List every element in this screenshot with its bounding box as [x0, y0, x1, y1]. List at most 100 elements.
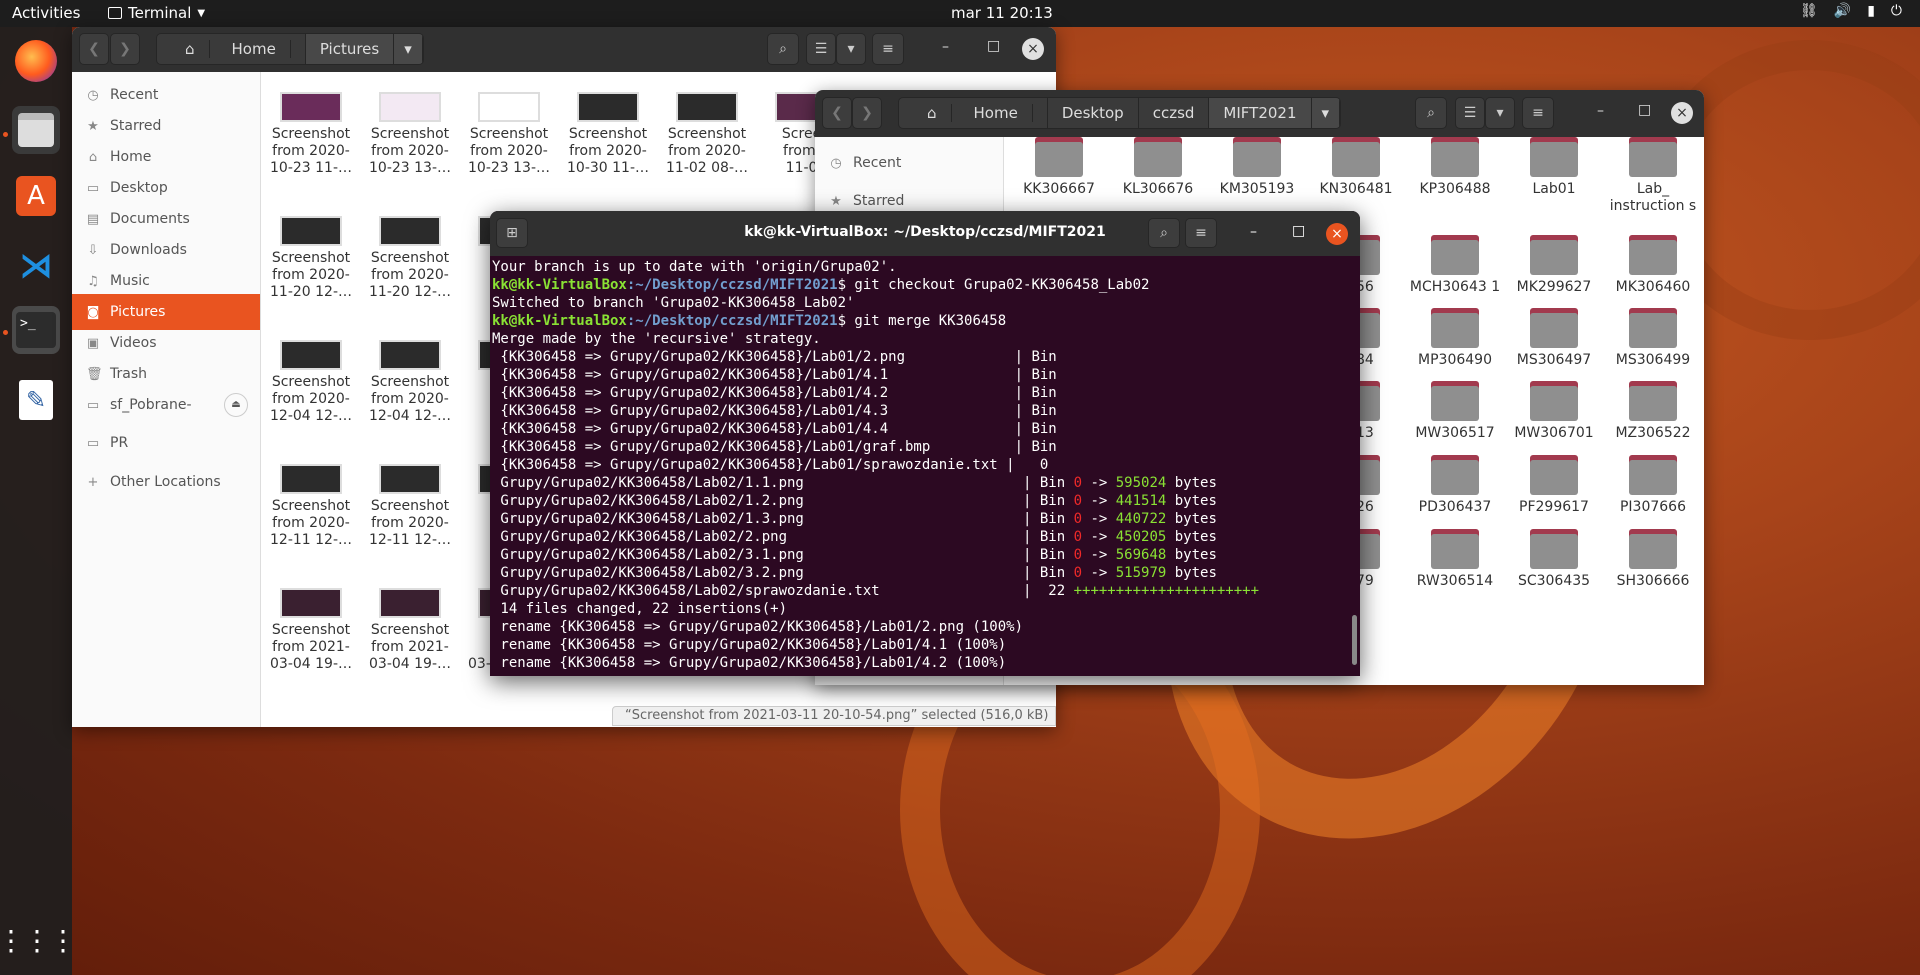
folder-icon[interactable] [1035, 137, 1083, 177]
folder-icon[interactable] [1134, 137, 1182, 177]
folder-icon[interactable] [1530, 235, 1578, 275]
terminal-search-button[interactable]: ⌕ [1148, 218, 1180, 248]
minimize-button[interactable]: – [1597, 103, 1604, 119]
terminal-output[interactable]: Your branch is up to date with 'origin/G… [490, 256, 1352, 676]
file-label[interactable]: Screenshot from 2020- 10-23 13-… [460, 126, 558, 177]
breadcrumb-mift2021[interactable]: MIFT2021 [1209, 98, 1312, 128]
folder-icon[interactable] [1629, 455, 1677, 495]
menu-button[interactable]: ≡ [872, 33, 904, 65]
image-thumbnail[interactable] [379, 340, 441, 370]
terminal-menu-button[interactable]: ≡ [1185, 218, 1217, 248]
image-thumbnail[interactable] [379, 92, 441, 122]
file-label[interactable]: Screenshot from 2020- 12-11 12-… [262, 498, 360, 549]
breadcrumb-menu-button[interactable]: ▾ [1311, 98, 1341, 128]
sidebar-item-other-locations[interactable]: + Other Locations [72, 464, 260, 500]
folder-icon[interactable] [1530, 455, 1578, 495]
folder-icon[interactable] [1431, 381, 1479, 421]
back-button[interactable]: ❮ [79, 33, 109, 65]
vscode-launcher[interactable]: ⋊ [12, 242, 60, 290]
folder-label[interactable]: KM305193 [1208, 181, 1306, 198]
folder-icon[interactable] [1233, 137, 1281, 177]
minimize-button[interactable]: – [942, 39, 949, 55]
maximize-button[interactable]: □ [1638, 102, 1651, 118]
folder-icon[interactable] [1629, 235, 1677, 275]
file-label[interactable]: Screenshot from 2020- 10-23 13-… [361, 126, 459, 177]
file-label[interactable]: Screenshot from 2020- 11-20 12-… [262, 250, 360, 301]
folder-label[interactable]: KN306481 [1307, 181, 1405, 198]
image-thumbnail[interactable] [379, 216, 441, 246]
folder-icon[interactable] [1629, 308, 1677, 348]
image-thumbnail[interactable] [676, 92, 738, 122]
breadcrumb-desktop[interactable]: Desktop [1048, 98, 1139, 128]
image-thumbnail[interactable] [280, 588, 342, 618]
forward-button[interactable]: ❯ [110, 33, 140, 65]
folder-label[interactable]: PD306437 [1406, 499, 1504, 516]
firefox-launcher[interactable] [12, 37, 60, 85]
folder-label[interactable]: MK299627 [1505, 279, 1603, 296]
terminal-scrollbar[interactable] [1352, 615, 1357, 665]
image-thumbnail[interactable] [379, 588, 441, 618]
system-tray[interactable]: ⛓ 🔊 ▮ ⏻ [1800, 3, 1902, 19]
folder-icon[interactable] [1332, 137, 1380, 177]
folder-label[interactable]: MS306499 [1604, 352, 1702, 369]
folder-label[interactable]: MW306517 [1406, 425, 1504, 442]
app-menu[interactable]: Terminal ▼ [108, 4, 205, 22]
folder-icon[interactable] [1431, 235, 1479, 275]
file-label[interactable]: Screenshot from 2020- 11-02 08-… [658, 126, 756, 177]
breadcrumb-home[interactable]: ⌂ Home [899, 98, 1048, 128]
view-list-button[interactable]: ☰ [1455, 97, 1485, 129]
folder-label[interactable]: Lab01 [1505, 181, 1603, 198]
file-label[interactable]: Screenshot from 2020- 12-04 12-… [361, 374, 459, 425]
minimize-button[interactable]: – [1250, 224, 1257, 240]
view-list-button[interactable]: ☰ [806, 33, 836, 65]
files-launcher[interactable] [12, 106, 60, 154]
software-launcher[interactable]: A [12, 172, 60, 220]
breadcrumb-cczsd[interactable]: cczsd [1139, 98, 1210, 128]
folder-icon[interactable] [1431, 308, 1479, 348]
file-label[interactable]: Screenshot from 2021- 03-04 19-… [262, 622, 360, 673]
folder-icon[interactable] [1530, 137, 1578, 177]
activities-button[interactable]: Activities [12, 4, 80, 22]
folder-label[interactable]: SH306666 [1604, 573, 1702, 590]
show-applications-button[interactable]: ⋮⋮⋮ [0, 917, 77, 965]
file-label[interactable]: Screenshot from 2020- 12-11 12-… [361, 498, 459, 549]
folder-label[interactable]: MP306490 [1406, 352, 1504, 369]
maximize-button[interactable]: □ [987, 38, 1000, 54]
text-editor-launcher[interactable]: ✎ [12, 376, 60, 424]
image-thumbnail[interactable] [478, 92, 540, 122]
breadcrumb-pictures[interactable]: Pictures [305, 34, 395, 64]
folder-label[interactable]: KL306676 [1109, 181, 1207, 198]
back-button[interactable]: ❮ [822, 97, 852, 129]
forward-button[interactable]: ❯ [852, 97, 882, 129]
folder-label[interactable]: MS306497 [1505, 352, 1603, 369]
folder-label[interactable]: KK306667 [1010, 181, 1108, 198]
file-label[interactable]: Screenshot from 2020- 10-23 11-… [262, 126, 360, 177]
folder-label[interactable]: PI307666 [1604, 499, 1702, 516]
close-button[interactable]: × [1022, 38, 1044, 60]
folder-icon[interactable] [1629, 137, 1677, 177]
folder-label[interactable]: RW306514 [1406, 573, 1504, 590]
folder-icon[interactable] [1530, 381, 1578, 421]
folder-icon[interactable] [1431, 455, 1479, 495]
sidebar-item-pr[interactable]: ▭ PR [72, 425, 260, 461]
folder-label[interactable]: MW306701 [1505, 425, 1603, 442]
folder-label[interactable]: KP306488 [1406, 181, 1504, 198]
folder-label[interactable]: PF299617 [1505, 499, 1603, 516]
folder-icon[interactable] [1530, 529, 1578, 569]
view-options-button[interactable]: ▾ [836, 33, 866, 65]
terminal-launcher[interactable]: >_ [12, 306, 60, 354]
folder-label[interactable]: SC306435 [1505, 573, 1603, 590]
sidebar-item-recent[interactable]: ◷ Recent [815, 145, 1003, 181]
maximize-button[interactable]: □ [1292, 223, 1305, 239]
folder-label[interactable]: MK306460 [1604, 279, 1702, 296]
close-button[interactable]: × [1326, 223, 1348, 245]
view-options-button[interactable]: ▾ [1485, 97, 1515, 129]
folder-icon[interactable] [1629, 529, 1677, 569]
image-thumbnail[interactable] [577, 92, 639, 122]
sidebar-item-sf-pobrane[interactable]: ▭ sf_Pobrane- ⏏ [72, 387, 260, 423]
folder-icon[interactable] [1530, 308, 1578, 348]
image-thumbnail[interactable] [379, 464, 441, 494]
search-button[interactable]: ⌕ [1415, 97, 1447, 129]
breadcrumb-menu-button[interactable]: ▾ [394, 34, 423, 64]
eject-icon[interactable]: ⏏ [224, 393, 248, 417]
